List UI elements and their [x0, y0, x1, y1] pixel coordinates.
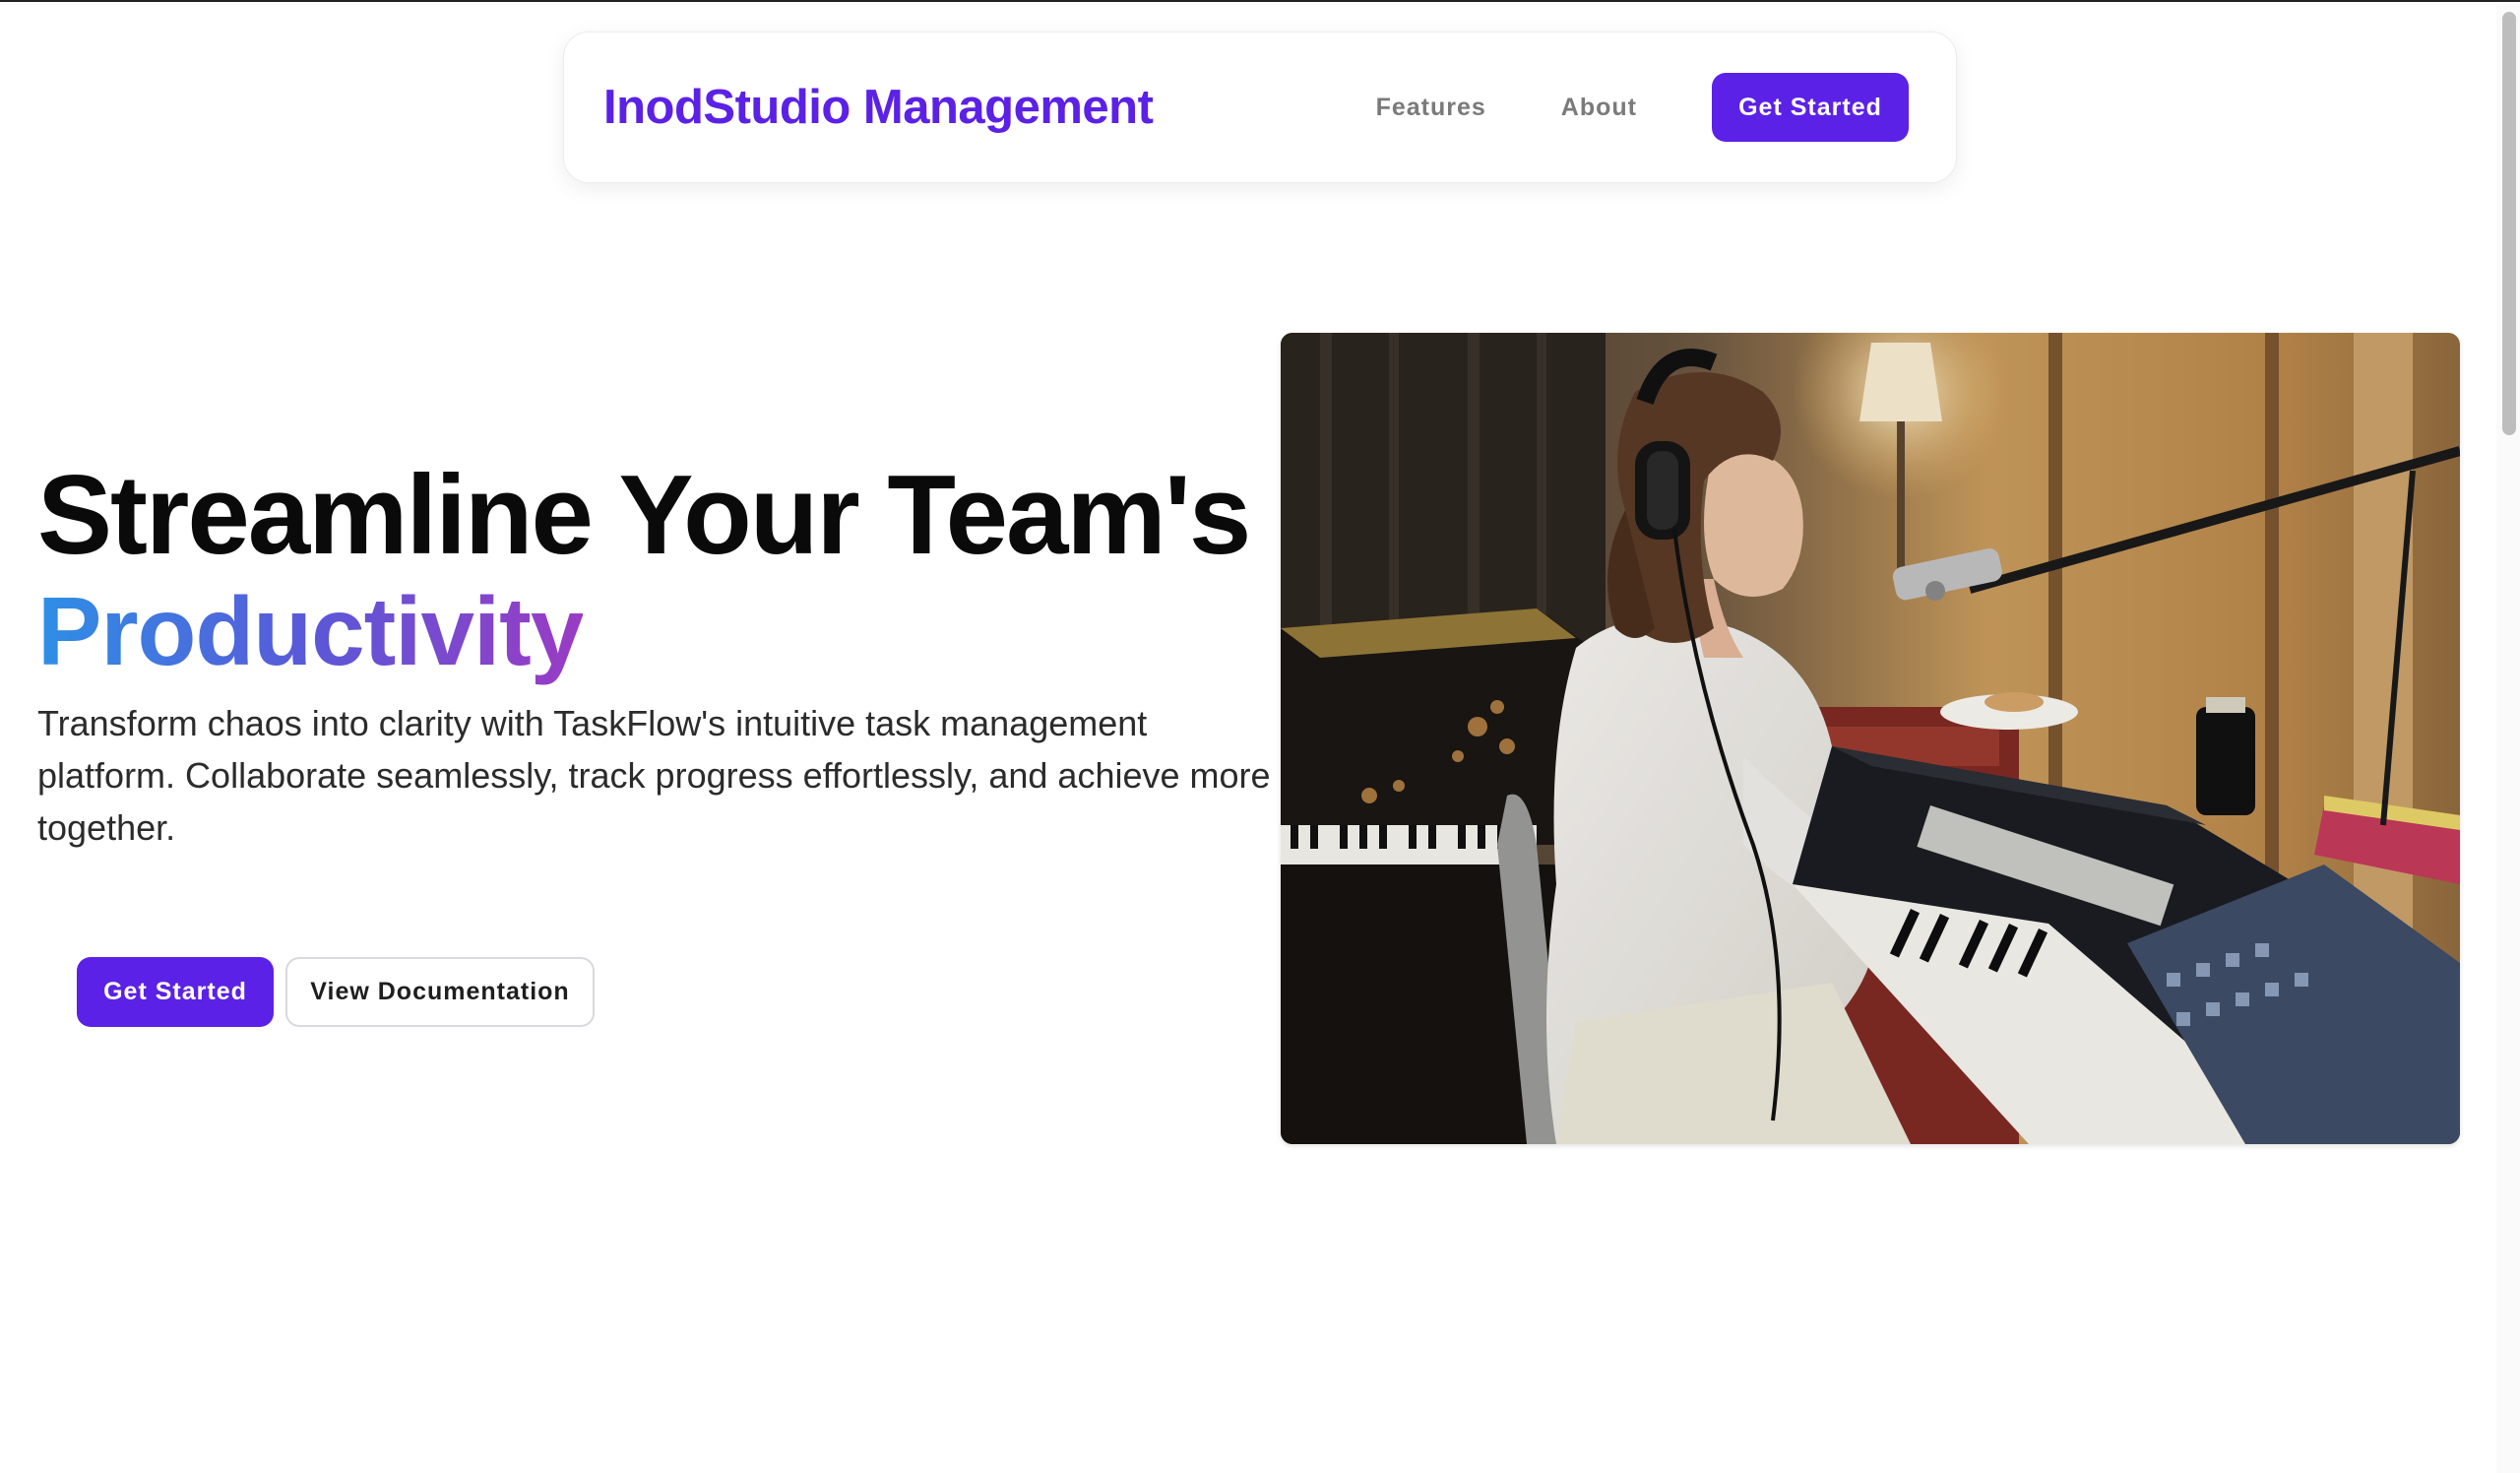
hero-image — [1281, 333, 2460, 1144]
nav-link-features[interactable]: Features — [1376, 94, 1486, 122]
hero-title: Streamline Your Team's — [37, 453, 1251, 578]
hero-title-accent-row: Productivity — [37, 577, 1278, 685]
hero-title-accent: Productivity — [37, 577, 584, 685]
page-scrollbar[interactable] — [2496, 4, 2520, 1473]
top-navbar: InodStudio Management Features About Get… — [563, 32, 1957, 183]
landing-page: InodStudio Management Features About Get… — [0, 0, 2520, 1473]
view-documentation-button[interactable]: View Documentation — [285, 957, 595, 1027]
hero-section: Streamline Your Team's Productivity Tran… — [37, 455, 1278, 854]
nav-get-started-button[interactable]: Get Started — [1712, 73, 1909, 142]
hero-buttons: Get Started View Documentation — [77, 957, 595, 1027]
brand-logo-text[interactable]: InodStudio Management — [603, 80, 1154, 135]
nav-links: Features About Get Started — [1376, 73, 1909, 142]
scrollbar-thumb[interactable] — [2502, 12, 2516, 435]
studio-photo — [1281, 333, 2460, 1144]
hero-description: Transform chaos into clarity with TaskFl… — [37, 703, 1271, 848]
hero-get-started-button[interactable]: Get Started — [77, 957, 274, 1027]
nav-link-about[interactable]: About — [1561, 94, 1637, 122]
